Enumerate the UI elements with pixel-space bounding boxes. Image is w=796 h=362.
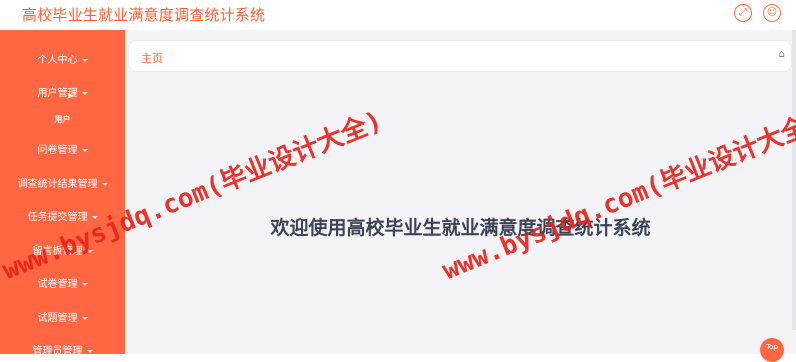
sidebar-item-label: 试卷管理 — [37, 279, 78, 290]
sidebar-item-label: 个人中心 — [37, 55, 78, 66]
app-title: 高校毕业生就业满意度调查统计系统 — [22, 6, 266, 24]
sidebar-item-label: 问卷管理 — [37, 145, 78, 156]
chevron-down-icon — [81, 282, 88, 286]
sidebar: 个人中心 用户管理 用户 问卷管理 调查统计结果管理 任务提交管理 留言板管理 … — [0, 30, 125, 357]
chevron-down-icon — [81, 58, 88, 62]
sidebar-item-questionnaire-management[interactable]: 问卷管理 — [0, 141, 125, 156]
back-to-top-button[interactable]: Top — [760, 338, 784, 362]
chevron-down-icon — [81, 148, 88, 152]
sidebar-item-survey-results[interactable]: 调查统计结果管理 — [0, 175, 125, 190]
breadcrumb-home-link[interactable]: 主页 — [141, 50, 163, 66]
chevron-down-icon — [81, 91, 88, 95]
welcome-message: 欢迎使用高校毕业生就业满意度调查统计系统 — [270, 217, 651, 239]
chevron-down-icon — [81, 316, 88, 320]
fullscreen-icon[interactable]: ⤢ — [734, 4, 752, 22]
sidebar-item-question[interactable]: 试题管理 — [0, 309, 125, 324]
sidebar-item-label: 试题管理 — [37, 313, 78, 324]
user-icon[interactable]: ☺ — [763, 4, 781, 22]
scrollbar[interactable] — [792, 30, 796, 330]
sidebar-item-user-management[interactable]: 用户管理 — [0, 84, 125, 99]
sidebar-item-label: 用户 — [54, 115, 71, 124]
top-header: 高校毕业生就业满意度调查统计系统 ⤢ ☺ — [0, 0, 796, 30]
home-icon[interactable]: ⌂ — [779, 49, 785, 60]
chevron-down-icon — [101, 182, 108, 186]
breadcrumb: 主页 ⌂ — [128, 40, 792, 72]
sidebar-item-label: 管理员管理 — [32, 346, 83, 357]
chevron-down-icon — [86, 349, 93, 353]
sidebar-subitem-user[interactable]: 用户 — [0, 114, 125, 125]
mouse-cursor-icon: ➤ — [66, 91, 75, 102]
sidebar-item-label: 调查统计结果管理 — [17, 179, 98, 190]
sidebar-item-admin[interactable]: 管理员管理 — [0, 342, 125, 357]
sidebar-item-personal-center[interactable]: 个人中心 — [0, 51, 125, 66]
